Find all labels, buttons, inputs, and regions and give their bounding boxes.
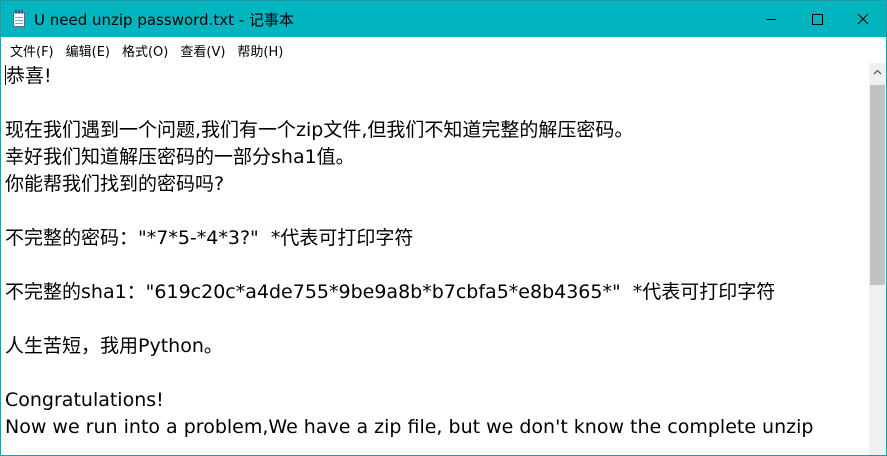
text-line: Now we run into a problem,We have a zip … (5, 416, 814, 438)
text-line: 你能帮我们找到的密码吗? (5, 173, 225, 195)
text-line (1, 90, 869, 117)
text-editor[interactable]: 恭喜! 现在我们遇到一个问题,我们有一个zip文件,但我们不知道完整的解压密码。… (1, 63, 869, 455)
chevron-up-icon (873, 69, 882, 74)
close-icon (857, 13, 869, 25)
text-line-content: 恭喜! (6, 65, 52, 87)
text-line: 不完整的sha1："619c20c*a4de755*9be9a8b*b7cbfa… (5, 281, 776, 303)
menu-help[interactable]: 帮助(H) (232, 41, 288, 60)
minimize-button[interactable] (748, 1, 794, 37)
window-title: U need unzip password.txt - 记事本 (34, 10, 294, 29)
notepad-window: U need unzip password.txt - 记事本 文件(F) 编辑… (0, 0, 887, 456)
text-line: 现在我们遇到一个问题,我们有一个zip文件,但我们不知道完整的解压密码。 (5, 119, 634, 141)
scroll-thumb[interactable] (870, 85, 885, 285)
menu-format[interactable]: 格式(O) (117, 41, 173, 60)
close-button[interactable] (840, 1, 886, 37)
menu-edit[interactable]: 编辑(E) (61, 41, 115, 60)
text-line: 人生苦短，我用Python。 (5, 335, 223, 357)
maximize-button[interactable] (794, 1, 840, 37)
scroll-up-button[interactable] (869, 63, 886, 80)
minimize-icon (766, 19, 776, 20)
text-line: 恭喜! (1, 63, 869, 90)
text-line (1, 306, 869, 333)
text-line (1, 360, 869, 387)
menu-bar: 文件(F) 编辑(E) 格式(O) 查看(V) 帮助(H) (1, 37, 886, 63)
menu-view[interactable]: 查看(V) (175, 41, 230, 60)
maximize-icon (812, 14, 823, 25)
text-line: 不完整的密码："*7*5-*4*3?" *代表可打印字符 (5, 227, 414, 249)
text-line: 幸好我们知道解压密码的一部分sha1值。 (5, 146, 355, 168)
vertical-scrollbar[interactable] (869, 63, 886, 455)
text-line (1, 198, 869, 225)
menu-file[interactable]: 文件(F) (5, 41, 59, 60)
notepad-icon[interactable] (11, 10, 27, 28)
text-line (1, 252, 869, 279)
text-line: Congratulations! (5, 389, 164, 411)
title-bar[interactable]: U need unzip password.txt - 记事本 (1, 1, 886, 37)
